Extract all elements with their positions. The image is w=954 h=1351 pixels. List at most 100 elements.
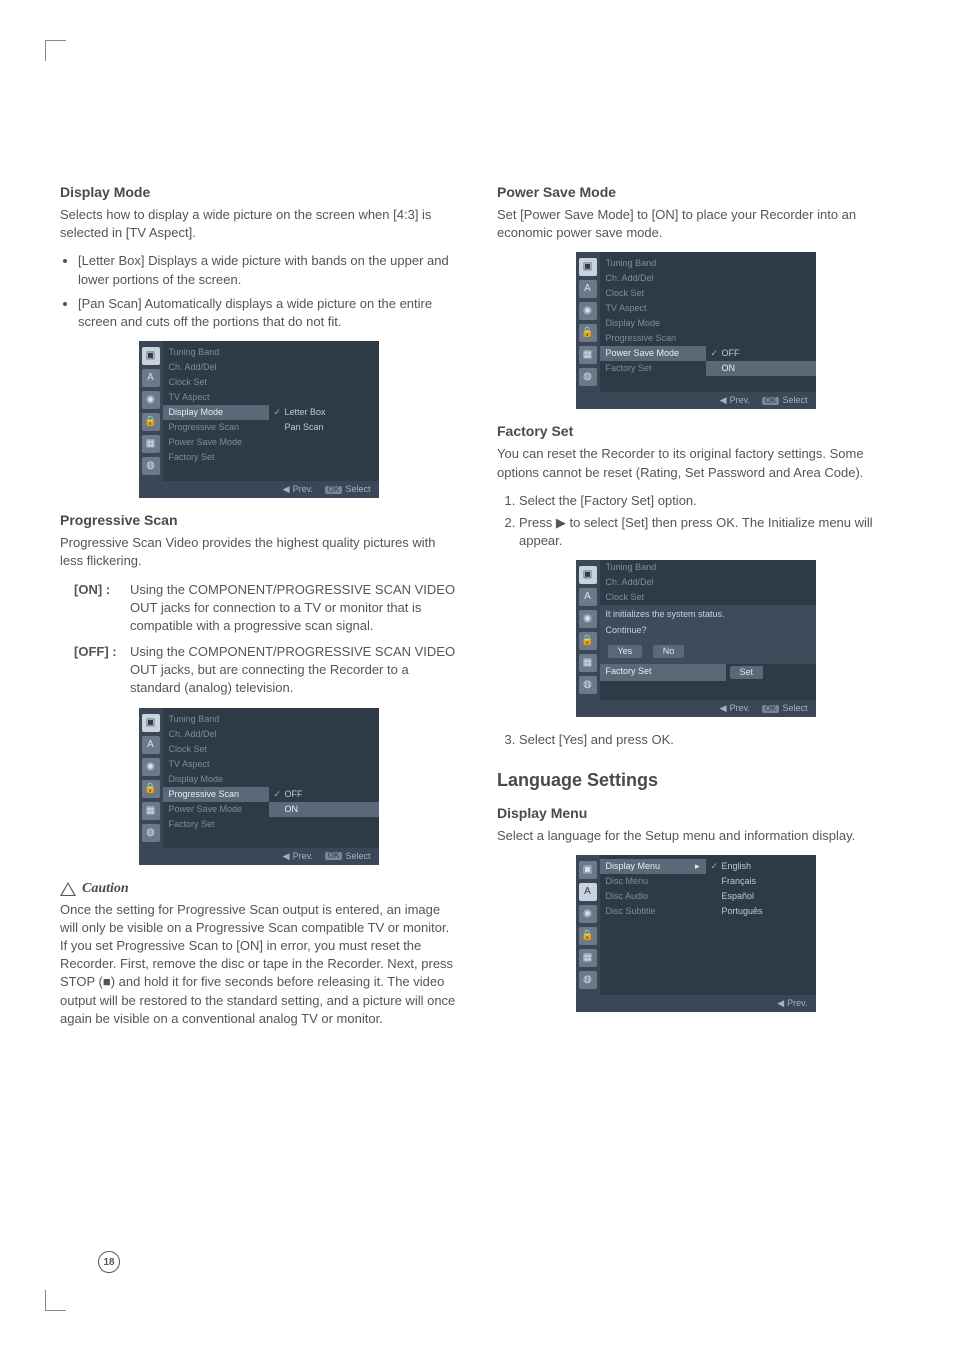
osd-power-save: ▣ A ◉ 🔒 ▦ ◍ Tuning Band Ch. Add/Del Cloc… xyxy=(576,252,816,409)
on-definition: Using the COMPONENT/PROGRESSIVE SCAN VID… xyxy=(130,581,457,636)
osd-tab-icons: ▣ A ◉ 🔒 ▦ ◍ xyxy=(576,560,600,700)
caution-label: Caution xyxy=(82,881,129,897)
factory-set-intro: You can reset the Recorder to its origin… xyxy=(497,445,894,481)
btn-yes: Yes xyxy=(608,645,643,658)
caution-heading: Caution xyxy=(60,881,457,897)
osd-options: . . . . . OFF ON xyxy=(269,708,379,848)
opt-pan-scan: Pan Scan xyxy=(269,420,379,435)
osd-tab-icons: ▣ A ◉ 🔒 ▦ ◍ xyxy=(576,855,600,995)
language-icon: A xyxy=(142,736,160,754)
display-mode-intro: Selects how to display a wide picture on… xyxy=(60,206,457,242)
tv-icon: ▣ xyxy=(579,258,597,276)
tv-icon: ▣ xyxy=(579,566,597,584)
opt-on: ON xyxy=(269,802,379,817)
initialize-message-1: It initializes the system status. xyxy=(600,605,816,625)
lock-icon: 🔒 xyxy=(142,780,160,798)
osd-menu-list: Tuning Band Ch. Add/Del Clock Set TV Asp… xyxy=(163,341,269,481)
tv-icon: ▣ xyxy=(142,347,160,365)
opt-portugues: Português xyxy=(706,904,816,919)
progressive-scan-intro: Progressive Scan Video provides the high… xyxy=(60,534,457,570)
step-3: Select [Yes] and press OK. xyxy=(519,731,894,749)
power-save-intro: Set [Power Save Mode] to [ON] to place y… xyxy=(497,206,894,242)
lock-icon: 🔒 xyxy=(579,324,597,342)
osd-tab-icons: ▣ A ◉ 🔒 ▦ ◍ xyxy=(576,252,600,392)
off-term: [OFF] : xyxy=(74,643,130,698)
recording-icon: ▦ xyxy=(579,346,597,364)
opt-off: OFF xyxy=(706,346,816,361)
initialize-message-2: Continue? xyxy=(600,625,816,641)
language-settings-heading: Language Settings xyxy=(497,770,894,791)
osd-menu-list: Tuning Band Ch. Add/Del Clock Set TV Asp… xyxy=(600,252,706,392)
display-menu-intro: Select a language for the Setup menu and… xyxy=(497,827,894,845)
opt-francais: Français xyxy=(706,874,816,889)
osd-display-menu: ▣ A ◉ 🔒 ▦ ◍ Display Menu ▸ Disc Menu Dis… xyxy=(576,855,816,1012)
opt-off: OFF xyxy=(269,787,379,802)
step-1: Select the [Factory Set] option. xyxy=(519,492,894,510)
lock-icon: 🔒 xyxy=(579,927,597,945)
recording-icon: ▦ xyxy=(579,949,597,967)
language-icon: A xyxy=(579,588,597,606)
off-definition: Using the COMPONENT/PROGRESSIVE SCAN VID… xyxy=(130,643,457,698)
osd-display-mode: ▣ A ◉ 🔒 ▦ ◍ Tuning Band Ch. Add/Del Cloc… xyxy=(139,341,379,498)
opt-on: ON xyxy=(706,361,816,376)
recording-icon: ▦ xyxy=(142,435,160,453)
osd-options: English Français Español Português xyxy=(706,855,816,995)
osd-menu-list: Display Menu ▸ Disc Menu Disc Audio Disc… xyxy=(600,855,706,995)
tv-icon: ▣ xyxy=(142,714,160,732)
bullet-letter-box: [Letter Box] Displays a wide picture wit… xyxy=(78,252,457,288)
osd-factory-set: ▣ A ◉ 🔒 ▦ ◍ Tuning Band Ch. Add/Del Cloc… xyxy=(576,560,816,717)
osd-options: . . . . Letter Box Pan Scan xyxy=(269,341,379,481)
factory-set-step3-list: Select [Yes] and press OK. xyxy=(497,731,894,749)
osd-tab-icons: ▣ A ◉ 🔒 ▦ ◍ xyxy=(139,708,163,848)
osd-footer: ◀ Prev. xyxy=(576,995,816,1012)
bullet-pan-scan: [Pan Scan] Automatically displays a wide… xyxy=(78,295,457,331)
two-column-layout: Display Mode Selects how to display a wi… xyxy=(60,170,894,1038)
manual-page: Display Mode Selects how to display a wi… xyxy=(0,0,954,1351)
osd-menu-list: Tuning Band Ch. Add/Del Clock Set TV Asp… xyxy=(163,708,269,848)
display-mode-heading: Display Mode xyxy=(60,184,457,200)
opt-english: English xyxy=(706,859,816,874)
opt-espanol: Español xyxy=(706,889,816,904)
recording-icon: ▦ xyxy=(579,654,597,672)
progressive-scan-heading: Progressive Scan xyxy=(60,512,457,528)
audio-icon: ◉ xyxy=(579,302,597,320)
btn-set: Set xyxy=(730,666,764,679)
language-icon: A xyxy=(579,883,597,901)
tv-icon: ▣ xyxy=(579,861,597,879)
lock-icon: 🔒 xyxy=(142,413,160,431)
osd-footer: ◀ Prev. OK Select xyxy=(139,848,379,865)
right-column: Power Save Mode Set [Power Save Mode] to… xyxy=(497,170,894,1038)
factory-set-steps: Select the [Factory Set] option. Press ▶… xyxy=(497,492,894,551)
language-icon: A xyxy=(142,369,160,387)
osd-progressive-scan: ▣ A ◉ 🔒 ▦ ◍ Tuning Band Ch. Add/Del Cloc… xyxy=(139,708,379,865)
caution-text: Once the setting for Progressive Scan ou… xyxy=(60,901,457,1028)
factory-set-heading: Factory Set xyxy=(497,423,894,439)
disc-icon: ◍ xyxy=(142,457,160,475)
osd-options: . . . . . . OFF ON xyxy=(706,252,816,392)
lock-icon: 🔒 xyxy=(579,632,597,650)
opt-letter-box: Letter Box xyxy=(269,405,379,420)
recording-icon: ▦ xyxy=(142,802,160,820)
disc-icon: ◍ xyxy=(579,368,597,386)
caution-icon xyxy=(60,882,76,896)
left-column: Display Mode Selects how to display a wi… xyxy=(60,170,457,1038)
display-mode-bullets: [Letter Box] Displays a wide picture wit… xyxy=(60,252,457,331)
audio-icon: ◉ xyxy=(142,758,160,776)
factory-set-row: Factory Set xyxy=(600,664,726,681)
disc-icon: ◍ xyxy=(142,824,160,842)
page-number: 18 xyxy=(98,1251,120,1273)
crop-mark-bottom-left xyxy=(45,1290,66,1311)
power-save-heading: Power Save Mode xyxy=(497,184,894,200)
osd-tab-icons: ▣ A ◉ 🔒 ▦ ◍ xyxy=(139,341,163,481)
crop-mark-top-left xyxy=(45,40,66,61)
language-icon: A xyxy=(579,280,597,298)
audio-icon: ◉ xyxy=(579,905,597,923)
progressive-scan-definition-list: [ON] : Using the COMPONENT/PROGRESSIVE S… xyxy=(74,581,457,698)
audio-icon: ◉ xyxy=(142,391,160,409)
disc-icon: ◍ xyxy=(579,971,597,989)
disc-icon: ◍ xyxy=(579,676,597,694)
display-menu-heading: Display Menu xyxy=(497,805,894,821)
btn-no: No xyxy=(653,645,685,658)
audio-icon: ◉ xyxy=(579,610,597,628)
step-2: Press ▶ to select [Set] then press OK. T… xyxy=(519,514,894,550)
